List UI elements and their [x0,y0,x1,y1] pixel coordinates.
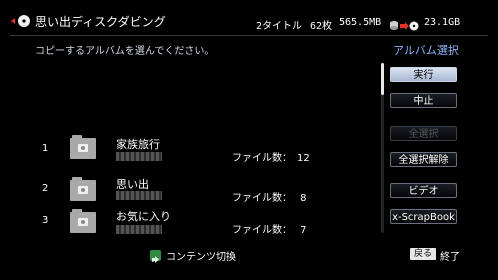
album-number: 3 [42,215,49,226]
instruction-text: コピーするアルバムを選んでください。 [35,46,215,57]
album-thumbnail[interactable] [70,135,96,159]
cancel-button[interactable]: 中止 [390,93,457,108]
header-divider [10,35,488,36]
deselect-all-button[interactable]: 全選択解除 [390,152,457,167]
album-number: 2 [42,183,49,194]
album-file-count: ファイル数： 7 [232,225,307,236]
album-number: 1 [42,143,49,154]
mode-label: アルバム選択 [393,44,459,57]
album-file-count: ファイル数： 8 [232,193,307,204]
album-date-redacted [116,152,162,161]
used-size: 565.5MB [339,17,382,28]
camera-icon [78,186,88,194]
album-file-count: ファイル数： 12 [232,153,310,164]
camera-icon [78,218,88,226]
disc-dubbing-icon [10,13,32,27]
run-button[interactable]: 実行 [390,67,457,82]
album-date-redacted [116,225,162,234]
album-thumbnail[interactable] [70,209,96,233]
video-button[interactable]: ビデオ [390,183,457,198]
title-count: 2タイトル [256,21,303,32]
free-size: 23.1GB [424,17,461,28]
album-thumbnail[interactable] [70,177,96,201]
album-title[interactable]: 思い出 [116,176,149,192]
scrollbar-thumb[interactable] [381,63,384,95]
select-all-button[interactable]: 全選択 [390,126,457,141]
album-title[interactable]: 家族旅行 [116,136,160,152]
camera-icon [78,144,88,152]
photo-count: 62枚 [310,21,333,32]
green-key-icon [150,250,161,263]
hdd-to-disc-icon [389,17,419,31]
back-key[interactable]: 戻る [410,248,436,260]
app-title: 思い出ディスクダビング [35,15,166,29]
xscrapbook-button[interactable]: x-ScrapBook [390,209,457,224]
content-switch-label[interactable]: コンテンツ切換 [166,248,236,263]
album-date-redacted [116,191,162,200]
end-label: 終了 [440,252,460,263]
album-title[interactable]: お気に入り [116,208,171,224]
